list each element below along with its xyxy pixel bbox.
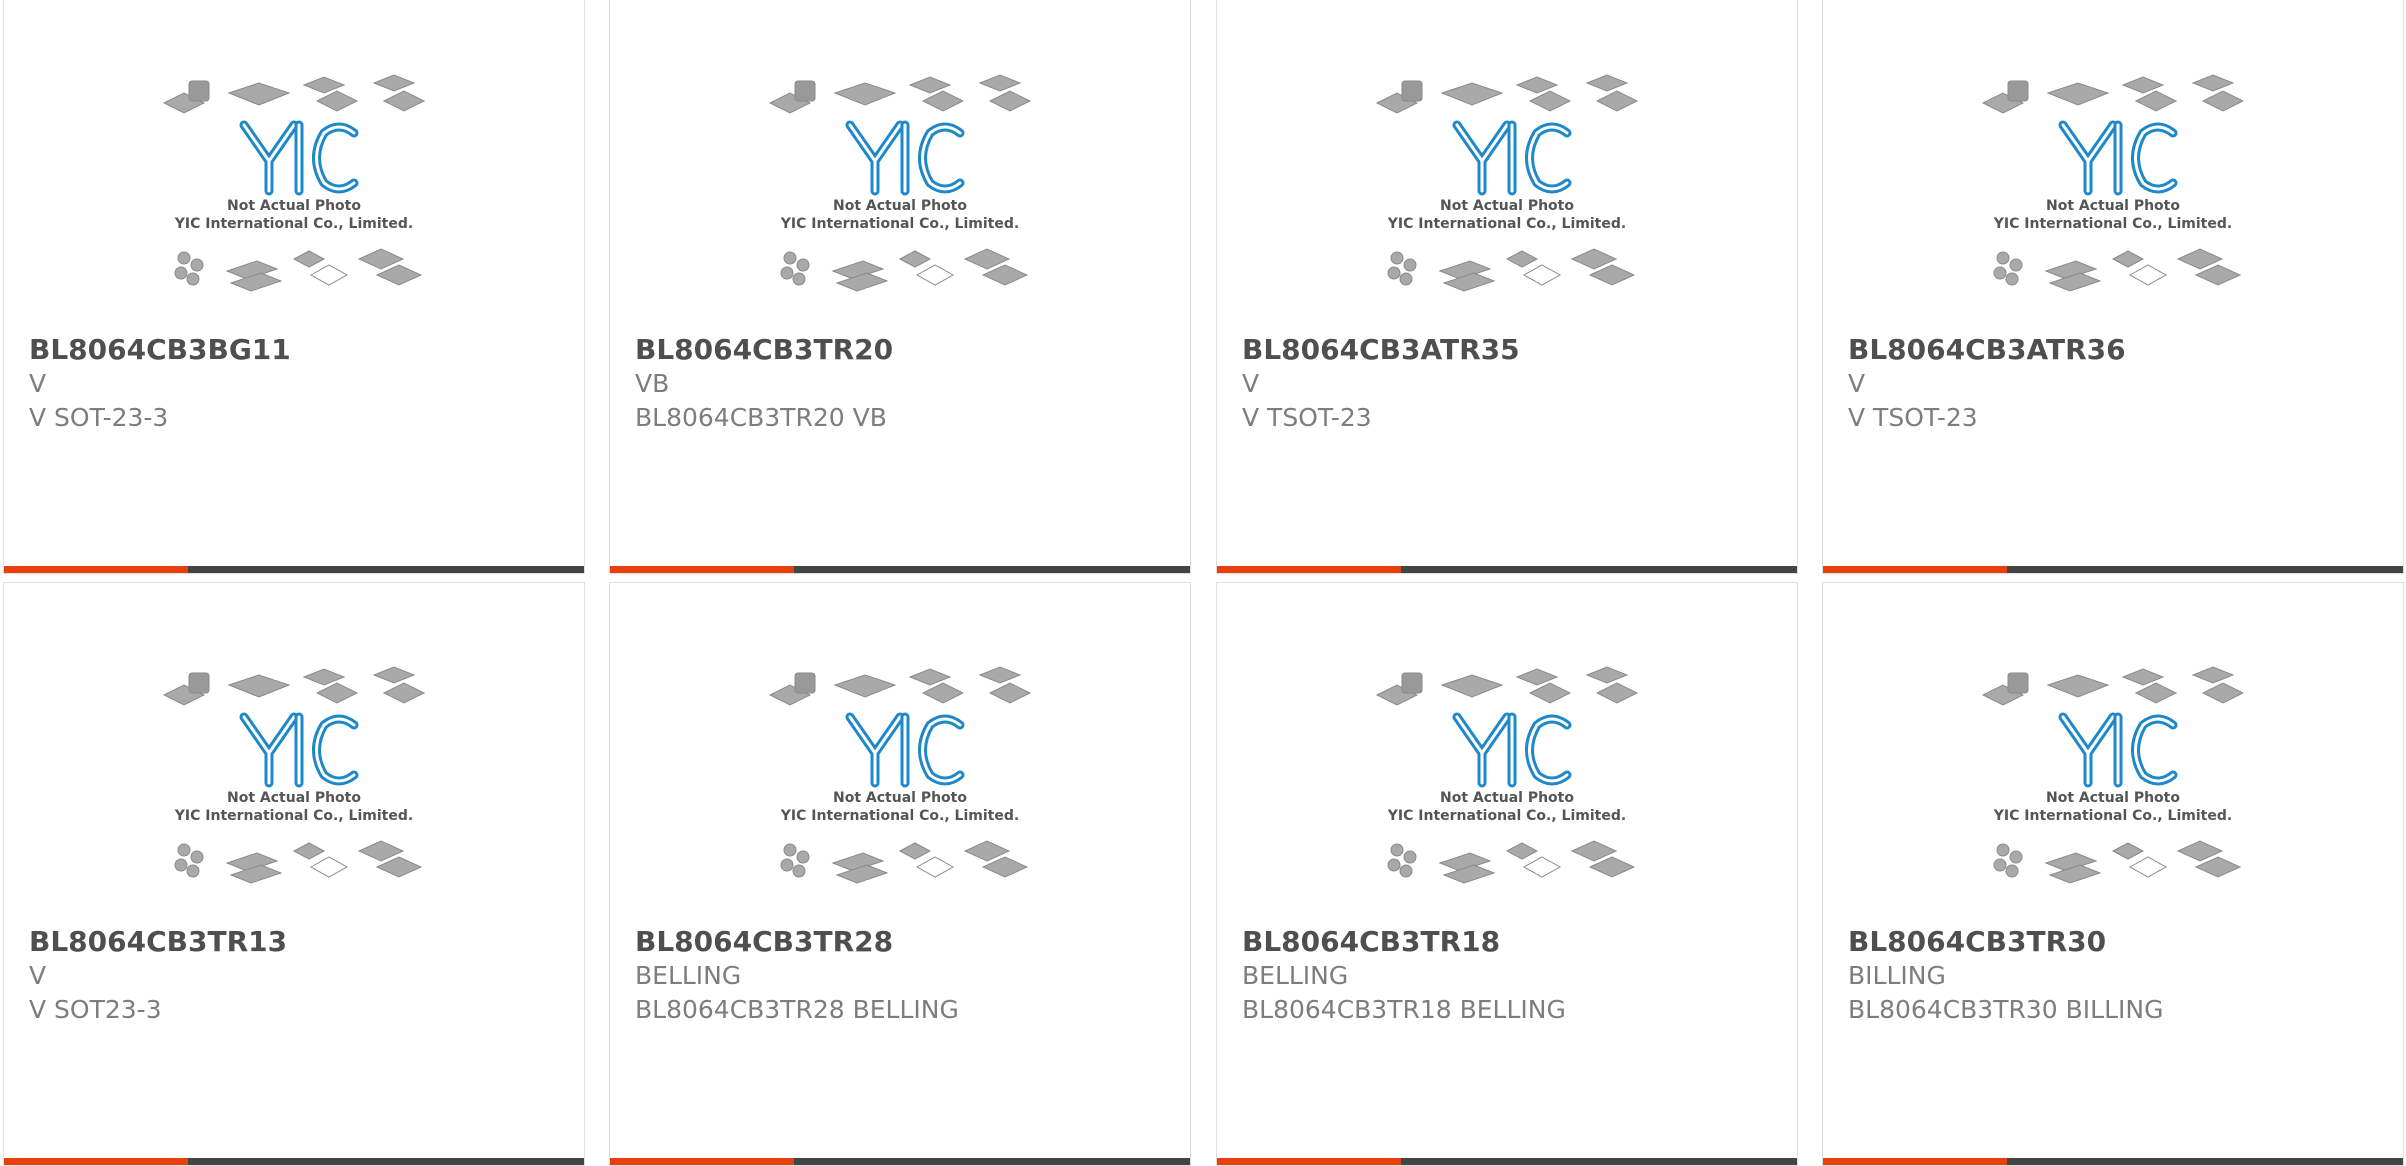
manufacturer: BELLING xyxy=(635,961,742,990)
product-card[interactable]: Not Actual Photo YIC International Co., … xyxy=(609,0,1191,574)
svg-text:YIC International Co., Limited: YIC International Co., Limited. xyxy=(780,216,1019,232)
description: V SOT23-3 xyxy=(29,995,162,1024)
svg-text:Not Actual Photo: Not Actual Photo xyxy=(227,790,361,806)
svg-text:YIC International Co., Limited: YIC International Co., Limited. xyxy=(174,216,413,232)
not-actual-photo-image: Not Actual Photo YIC International Co., … xyxy=(162,666,426,884)
not-actual-photo-image: Not Actual Photo YIC International Co., … xyxy=(768,74,1032,292)
svg-text:Not Actual Photo: Not Actual Photo xyxy=(1440,790,1574,806)
svg-text:YIC International Co., Limited: YIC International Co., Limited. xyxy=(1993,216,2232,232)
product-info: BL8064CB3ATR36 V V TSOT-23 xyxy=(1848,333,2393,435)
part-number[interactable]: BL8064CB3TR30 xyxy=(1848,925,2393,959)
svg-text:YIC International Co., Limited: YIC International Co., Limited. xyxy=(1993,808,2232,824)
card-bottom-bar xyxy=(1217,566,1797,573)
product-info: BL8064CB3TR18 BELLING BL8064CB3TR18 BELL… xyxy=(1242,925,1787,1027)
not-actual-photo-image: Not Actual Photo YIC International Co., … xyxy=(1981,666,2245,884)
part-number[interactable]: BL8064CB3TR13 xyxy=(29,925,574,959)
svg-text:YIC International Co., Limited: YIC International Co., Limited. xyxy=(1387,216,1626,232)
not-actual-photo-image: Not Actual Photo YIC International Co., … xyxy=(162,74,426,292)
product-card[interactable]: Not Actual Photo YIC International Co., … xyxy=(1216,582,1798,1166)
svg-text:Not Actual Photo: Not Actual Photo xyxy=(227,198,361,214)
card-accent-bar xyxy=(1217,566,1401,573)
product-thumbnail[interactable]: Not Actual Photo YIC International Co., … xyxy=(1823,0,2403,331)
manufacturer: VB xyxy=(635,369,670,398)
card-accent-bar xyxy=(610,566,794,573)
card-bottom-bar xyxy=(610,566,1190,573)
svg-text:Not Actual Photo: Not Actual Photo xyxy=(2046,790,2180,806)
description: BL8064CB3TR30 BILLING xyxy=(1848,995,2164,1024)
product-thumbnail[interactable]: Not Actual Photo YIC International Co., … xyxy=(1217,583,1797,923)
not-actual-photo-image: Not Actual Photo YIC International Co., … xyxy=(1375,666,1639,884)
product-thumbnail[interactable]: Not Actual Photo YIC International Co., … xyxy=(4,0,584,331)
card-accent-bar xyxy=(4,566,188,573)
product-thumbnail[interactable]: Not Actual Photo YIC International Co., … xyxy=(610,583,1190,923)
description: BL8064CB3TR18 BELLING xyxy=(1242,995,1566,1024)
description: V TSOT-23 xyxy=(1848,403,1978,432)
card-accent-bar xyxy=(1823,566,2007,573)
product-card[interactable]: Not Actual Photo YIC International Co., … xyxy=(3,0,585,574)
product-card[interactable]: Not Actual Photo YIC International Co., … xyxy=(609,582,1191,1166)
part-number[interactable]: BL8064CB3BG11 xyxy=(29,333,574,367)
not-actual-photo-image: Not Actual Photo YIC International Co., … xyxy=(1375,74,1639,292)
svg-text:YIC International Co., Limited: YIC International Co., Limited. xyxy=(174,808,413,824)
product-card[interactable]: Not Actual Photo YIC International Co., … xyxy=(3,582,585,1166)
manufacturer: V xyxy=(29,369,47,398)
part-number[interactable]: BL8064CB3ATR36 xyxy=(1848,333,2393,367)
description: V SOT-23-3 xyxy=(29,403,169,432)
svg-text:Not Actual Photo: Not Actual Photo xyxy=(1440,198,1574,214)
svg-text:YIC International Co., Limited: YIC International Co., Limited. xyxy=(780,808,1019,824)
product-card[interactable]: Not Actual Photo YIC International Co., … xyxy=(1822,582,2404,1166)
product-card[interactable]: Not Actual Photo YIC International Co., … xyxy=(1822,0,2404,574)
product-info: BL8064CB3ATR35 V V TSOT-23 xyxy=(1242,333,1787,435)
card-bottom-bar xyxy=(4,566,584,573)
manufacturer: BILLING xyxy=(1848,961,1946,990)
product-thumbnail[interactable]: Not Actual Photo YIC International Co., … xyxy=(1823,583,2403,923)
product-info: BL8064CB3TR30 BILLING BL8064CB3TR30 BILL… xyxy=(1848,925,2393,1027)
part-number[interactable]: BL8064CB3ATR35 xyxy=(1242,333,1787,367)
manufacturer: V xyxy=(1848,369,1866,398)
not-actual-photo-image: Not Actual Photo YIC International Co., … xyxy=(768,666,1032,884)
manufacturer: V xyxy=(1242,369,1260,398)
product-info: BL8064CB3BG11 V V SOT-23-3 xyxy=(29,333,574,435)
part-number[interactable]: BL8064CB3TR18 xyxy=(1242,925,1787,959)
product-info: BL8064CB3TR20 VB BL8064CB3TR20 VB xyxy=(635,333,1180,435)
part-number[interactable]: BL8064CB3TR28 xyxy=(635,925,1180,959)
svg-text:Not Actual Photo: Not Actual Photo xyxy=(833,198,967,214)
product-thumbnail[interactable]: Not Actual Photo YIC International Co., … xyxy=(4,583,584,923)
svg-text:Not Actual Photo: Not Actual Photo xyxy=(2046,198,2180,214)
not-actual-photo-image: Not Actual Photo YIC International Co., … xyxy=(1981,74,2245,292)
svg-text:Not Actual Photo: Not Actual Photo xyxy=(833,790,967,806)
card-bottom-bar xyxy=(1823,566,2403,573)
manufacturer: BELLING xyxy=(1242,961,1349,990)
description: BL8064CB3TR28 BELLING xyxy=(635,995,959,1024)
product-info: BL8064CB3TR13 V V SOT23-3 xyxy=(29,925,574,1027)
description: BL8064CB3TR20 VB xyxy=(635,403,887,432)
product-thumbnail[interactable]: Not Actual Photo YIC International Co., … xyxy=(610,0,1190,331)
product-card[interactable]: Not Actual Photo YIC International Co., … xyxy=(1216,0,1798,574)
product-thumbnail[interactable]: Not Actual Photo YIC International Co., … xyxy=(1217,0,1797,331)
description: V TSOT-23 xyxy=(1242,403,1372,432)
part-number[interactable]: BL8064CB3TR20 xyxy=(635,333,1180,367)
manufacturer: V xyxy=(29,961,47,990)
svg-text:YIC International Co., Limited: YIC International Co., Limited. xyxy=(1387,808,1626,824)
product-info: BL8064CB3TR28 BELLING BL8064CB3TR28 BELL… xyxy=(635,925,1180,1027)
